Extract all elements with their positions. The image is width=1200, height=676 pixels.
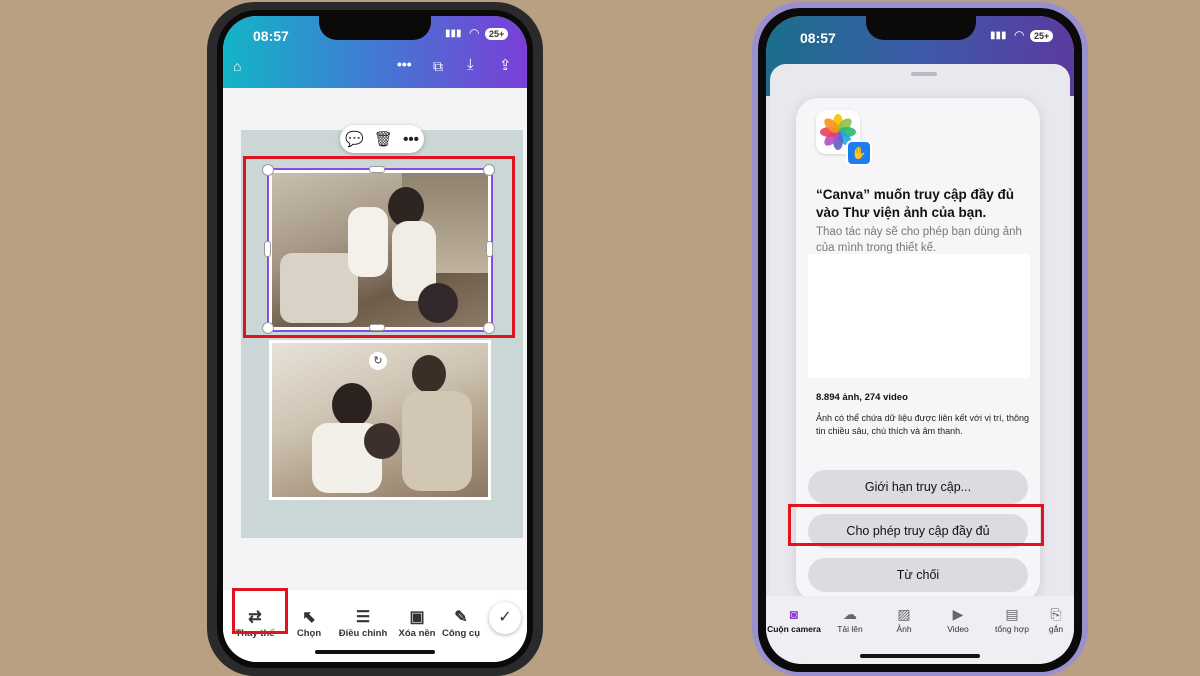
signal-icon: ▮▮▮ — [445, 28, 462, 39]
download-icon[interactable]: ⤓ — [467, 56, 474, 73]
signal-icon: ▮▮▮ — [990, 30, 1007, 41]
nav-label: Video — [947, 624, 969, 634]
library-count: 8.894 ảnh, 274 video — [816, 392, 908, 403]
battery-badge: 25+ — [1030, 30, 1054, 42]
rotate-icon[interactable]: ↻ — [369, 352, 387, 370]
comment-icon[interactable]: 💬 — [345, 130, 364, 148]
mother-hair — [332, 383, 372, 427]
share-icon[interactable]: ⇪ — [499, 56, 512, 74]
left-phone: 08:57 ▮▮▮ ◠ 25+ ⌂ ••• ⧉ ⤓ ⇪ 💬 🗑 ••• ↻ ⇄ … — [207, 2, 543, 676]
home-indicator — [315, 650, 435, 654]
tool-label: Công cụ — [442, 628, 480, 639]
tool-adjust[interactable]: ☰ Điều chỉnh — [333, 608, 393, 639]
confirm-check-button[interactable]: ✓ — [489, 602, 521, 634]
collection-icon: ▤ — [1005, 606, 1019, 622]
nav-video[interactable]: ▶ Video — [930, 604, 986, 634]
camera-icon: ◙ — [789, 606, 799, 622]
photo-preview-blank — [808, 254, 1030, 378]
home-indicator — [860, 654, 980, 658]
tool-bg-remove[interactable]: ▣ Xóa nền — [387, 608, 447, 639]
nav-camera-roll[interactable]: ◙ Cuộn camera — [766, 604, 822, 634]
select-icon: ⬉ — [302, 609, 316, 626]
bg-remove-icon: ▣ — [409, 609, 425, 626]
hand-privacy-icon: ✋ — [846, 140, 872, 166]
attach-icon: ⎘ — [1050, 606, 1062, 622]
more-icon[interactable]: ••• — [397, 56, 412, 72]
notch — [866, 16, 976, 40]
tool-label: Điều chỉnh — [338, 628, 388, 639]
element-mini-toolbar: 💬 🗑 ••• — [340, 125, 424, 153]
image-icon: ▨ — [897, 606, 911, 622]
duplicate-icon[interactable]: ⧉ — [433, 58, 443, 75]
nav-label: tổng hợp — [995, 624, 1029, 634]
wifi-icon: ◠ — [1014, 28, 1025, 42]
nav-upload[interactable]: ☁ Tải lên — [822, 604, 878, 634]
right-phone: 08:57 ▮▮▮ ◠ 25+ ✋ “Canva” muốn truy cập … — [752, 2, 1088, 676]
wifi-icon: ◠ — [469, 26, 480, 40]
adjust-icon: ☰ — [355, 609, 371, 626]
upload-icon: ☁ — [843, 606, 857, 622]
highlight-selected-photo — [243, 156, 515, 338]
video-icon: ▶ — [952, 606, 964, 622]
nav-attach[interactable]: ⎘ gắn — [1036, 604, 1074, 634]
tool-select[interactable]: ⬉ Chọn — [279, 608, 339, 639]
highlight-replace-tool — [232, 588, 288, 634]
father-sweater — [402, 391, 472, 491]
home-icon[interactable]: ⌂ — [233, 58, 241, 74]
limit-access-button[interactable]: Giới hạn truy cập... — [808, 470, 1028, 504]
trash-icon[interactable]: 🗑 — [374, 130, 393, 148]
nav-collections[interactable]: ▤ tổng hợp — [984, 604, 1040, 634]
dialog-title: “Canva” muốn truy cập đầy đủ vào Thư việ… — [816, 187, 1015, 220]
nav-label: Ảnh — [896, 624, 912, 634]
battery-badge: 25+ — [485, 28, 509, 40]
permission-screen: 08:57 ▮▮▮ ◠ 25+ ✋ “Canva” muốn truy cập … — [766, 16, 1074, 664]
status-time: 08:57 — [253, 28, 289, 44]
editor-top-bar: 08:57 ▮▮▮ ◠ 25+ ⌂ ••• ⧉ ⤓ ⇪ — [223, 16, 527, 88]
more-icon[interactable]: ••• — [403, 131, 419, 148]
tool-label: Xóa nền — [398, 628, 436, 639]
tool-tools[interactable]: ✎ Công cụ — [439, 608, 483, 639]
nav-label: Tải lên — [837, 624, 863, 634]
status-time: 08:57 — [800, 30, 836, 46]
toddler — [364, 423, 400, 459]
nav-images[interactable]: ▨ Ảnh — [876, 604, 932, 634]
tool-label: Chọn — [296, 628, 322, 639]
father-hair — [412, 355, 446, 393]
nav-label: gắn — [1048, 624, 1064, 634]
highlight-allow-button — [788, 504, 1044, 546]
deny-button[interactable]: Từ chối — [808, 558, 1028, 592]
canva-editor-screen: 08:57 ▮▮▮ ◠ 25+ ⌂ ••• ⧉ ⤓ ⇪ 💬 🗑 ••• ↻ ⇄ … — [223, 16, 527, 662]
library-note: Ảnh có thể chứa dữ liệu được liên kết vớ… — [816, 413, 1029, 436]
nav-label: Cuộn camera — [767, 624, 821, 634]
dialog-subtitle: Thao tác này sẽ cho phép bạn dùng ảnh củ… — [816, 226, 1022, 254]
tools-icon: ✎ — [454, 609, 468, 626]
sheet-grabber[interactable] — [911, 72, 937, 76]
notch — [319, 16, 431, 40]
